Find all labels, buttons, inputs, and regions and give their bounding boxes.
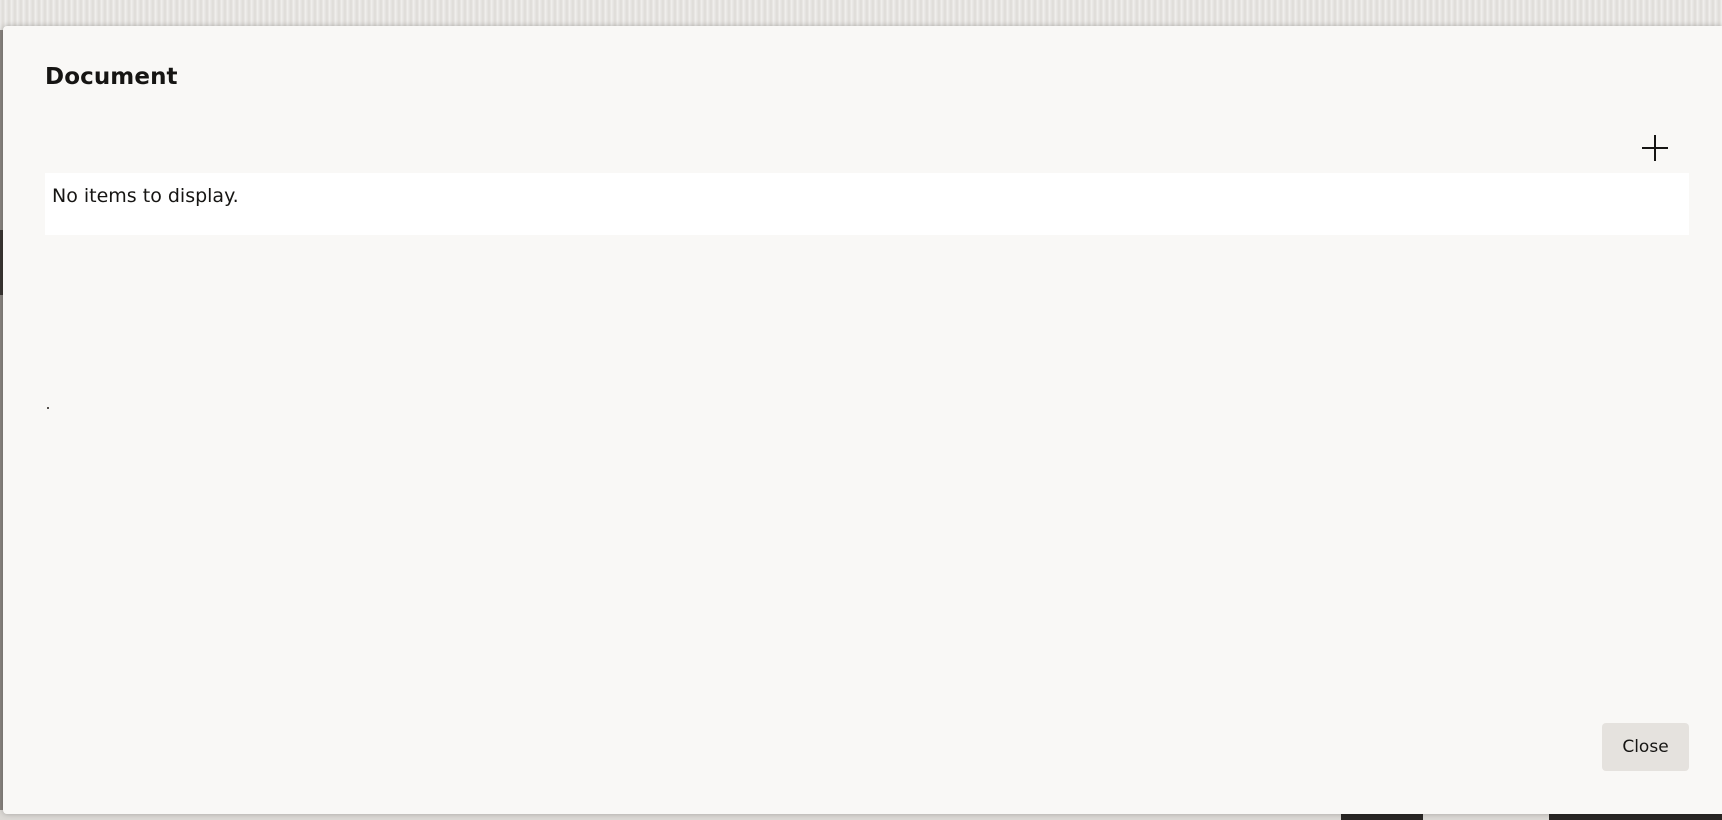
plus-icon <box>1642 135 1668 161</box>
documents-table: No items to display. <box>45 173 1689 235</box>
document-dialog: Document No items to display. Close <box>3 26 1722 814</box>
dot-mark <box>47 407 49 409</box>
dialog-title: Document <box>45 64 178 90</box>
add-document-button[interactable] <box>1631 124 1679 172</box>
close-button[interactable]: Close <box>1602 723 1689 771</box>
empty-table-message: No items to display. <box>52 185 239 207</box>
